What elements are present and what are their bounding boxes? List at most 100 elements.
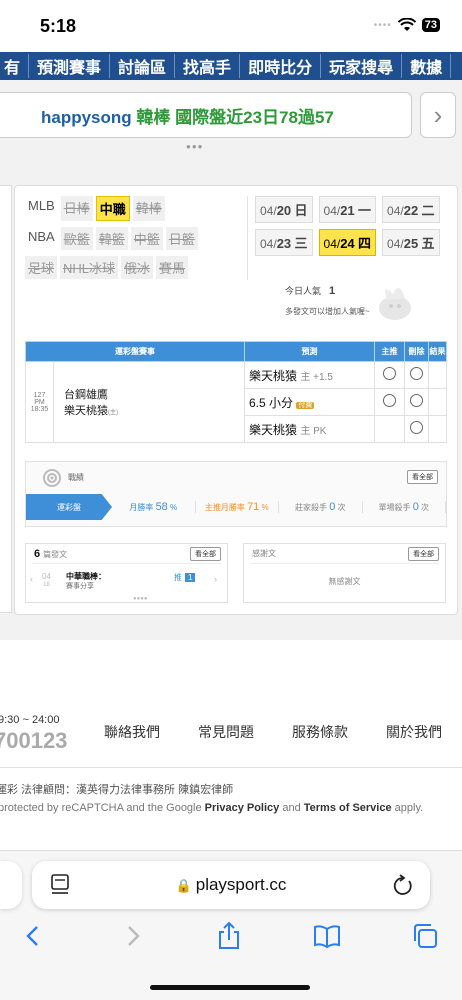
status-bar: 5:18 •••• 73 (0, 0, 462, 52)
sport-china-basketball[interactable]: 中籃 (130, 227, 163, 250)
banner-text: 韓棒 國際盤近23日78過57 (136, 107, 334, 127)
stats-view-all-button[interactable]: 看全部 (407, 470, 438, 484)
posts-view-all-button[interactable]: 看全部 (190, 547, 221, 561)
wifi-icon (397, 18, 416, 31)
recaptcha-notice: protected by reCAPTCHA and the Google Pr… (0, 802, 424, 814)
posts-pager-dots: ●●●● (133, 596, 148, 602)
sport-korea-basketball[interactable]: 韓籃 (95, 227, 128, 250)
banner-next-button[interactable]: › (420, 92, 456, 138)
date-0421[interactable]: 04/21 一 (318, 196, 377, 223)
sport-selector: MLB 日棒 中職 韓棒 NBA 歐籃 韓籃 中籃 日籃 足球 NHL冰球 俄冰… (25, 196, 240, 285)
back-icon[interactable] (18, 921, 48, 951)
nav-item-player-search[interactable]: 玩家搜尋 (321, 54, 403, 78)
chevron-right-icon: › (433, 99, 443, 130)
banner[interactable]: happysong 韓棒 國際盤近23日78過57 (0, 92, 412, 138)
bookmarks-icon[interactable] (312, 921, 342, 951)
sport-horse-racing[interactable]: 賽馬 (156, 256, 189, 279)
nav-item-experts[interactable]: 找高手 (175, 54, 241, 78)
home-indicator (150, 985, 310, 990)
sport-soccer[interactable]: 足球 (25, 256, 58, 279)
url-display: 🔒 playsport.cc (175, 875, 287, 894)
stats-title: 戰績 (68, 473, 84, 482)
stat-main-month-win: 主推月勝率 71 % (196, 501, 279, 513)
games-table: 運彩盤賽事 預測 主推 刪除 結果 127 PM 18:35 台鋼雄鷹 樂天桃猿… (25, 341, 447, 443)
stats-tab-sportslottery[interactable]: 運彩盤 (26, 494, 112, 520)
date-0425[interactable]: 04/25 五 (382, 229, 440, 256)
prediction-panel: MLB 日棒 中職 韓棒 NBA 歐籃 韓籃 中籃 日籃 足球 NHL冰球 俄冰… (14, 185, 458, 615)
footer: 9:30 ~ 24:00 700123 聯絡我們 常見問題 服務條款 關於我們 … (0, 640, 462, 860)
post-date: 04 18 (42, 572, 51, 588)
sport-nhl[interactable]: NHL冰球 (60, 256, 119, 279)
team-away: 台鋼雄鷹 (64, 389, 108, 401)
header-main-pick: 主推 (374, 341, 405, 362)
tabs-icon[interactable] (410, 921, 440, 951)
popularity-value: 1 (329, 285, 336, 297)
date-0420[interactable]: 04/20 日 (255, 196, 313, 223)
thanks-title: 感謝文 (252, 549, 276, 558)
previous-tab[interactable] (0, 861, 22, 909)
sport-npb[interactable]: 日棒 (60, 196, 93, 221)
header-result: 結果 (428, 341, 447, 362)
date-selector: 04/20 日 04/21 一 04/22 二 04/23 三 04/24 四 … (255, 196, 455, 262)
mascot-icon (379, 287, 411, 320)
header-pick: 預測 (244, 341, 375, 362)
footer-link-about[interactable]: 關於我們 (386, 722, 442, 742)
post-subtitle: 賽事分享 (66, 583, 94, 590)
thanks-empty: 無感謝文 (328, 577, 361, 586)
status-icons: •••• 73 (374, 18, 440, 32)
sport-kbo[interactable]: 韓棒 (132, 196, 165, 221)
date-0424[interactable]: 04/24 四 (318, 229, 377, 256)
stats-bar: 運彩盤 月勝率 58 % 主推月勝率 71 % 莊家殺手 0 次 單場殺手 0 … (26, 494, 446, 520)
nav-item-forum[interactable]: 討論區 (110, 54, 176, 78)
sport-mlb[interactable]: MLB (25, 196, 58, 221)
nav-item[interactable]: 有 (0, 54, 30, 78)
nav-item-livescore[interactable]: 即時比分 (240, 54, 322, 78)
banner-area: happysong 韓棒 國際盤近23日78過57 › ●●● (0, 80, 462, 170)
chevron-left-icon[interactable]: ‹ (30, 574, 33, 584)
battery-icon: 73 (421, 18, 440, 32)
post-push-count: 推1 (174, 572, 196, 583)
address-bar[interactable]: 🔒 playsport.cc (32, 861, 430, 909)
nav-item-predict[interactable]: 預測賽事 (29, 54, 111, 78)
sport-russia-hockey[interactable]: 俄冰 (121, 256, 154, 279)
thanks-view-all-button[interactable]: 看全部 (408, 547, 439, 561)
main-pick-radio[interactable] (383, 367, 396, 380)
header-event: 運彩盤賽事 (25, 341, 245, 362)
stats-panel: 戰績 看全部 運彩盤 月勝率 58 % 主推月勝率 71 % 莊家殺手 0 次 … (25, 461, 447, 527)
privacy-policy-link[interactable]: Privacy Policy (205, 802, 280, 814)
signal-icon: •••• (373, 19, 392, 31)
sport-nba[interactable]: NBA (25, 227, 58, 250)
delete-radio[interactable] (410, 367, 423, 380)
popularity: 今日人氣 1 (285, 285, 336, 297)
team-home: 樂天桃猿 (64, 405, 108, 417)
main-pick-radio[interactable] (383, 394, 396, 407)
delete-radio[interactable] (410, 394, 423, 407)
footer-link-terms[interactable]: 服務條款 (292, 722, 348, 742)
sport-japan-basketball[interactable]: 日籃 (165, 227, 198, 250)
date-0422[interactable]: 04/22 二 (382, 196, 440, 223)
paid-badge: 付費 (296, 401, 315, 409)
banner-pager-dots: ●●● (186, 142, 204, 151)
footer-link-contact[interactable]: 聯絡我們 (104, 722, 160, 742)
forward-icon[interactable] (118, 921, 148, 951)
banner-user: happysong (41, 107, 132, 127)
browser-toolbar: 🔒 playsport.cc (0, 850, 462, 1000)
lock-icon: 🔒 (175, 878, 192, 893)
delete-radio[interactable] (410, 421, 423, 434)
pick-spread: 樂天桃猿 主 +1.5 (244, 361, 375, 389)
sport-euro-basketball[interactable]: 歐籃 (60, 227, 93, 250)
footer-link-faq[interactable]: 常見問題 (198, 722, 254, 742)
sport-cpbl[interactable]: 中職 (95, 196, 130, 221)
posts-box: 6 篇發文 看全部 ‹ 04 18 中華職棒： 賽事分享 推1 › (25, 543, 228, 603)
top-nav: 有 預測賽事 討論區 找高手 即時比分 玩家搜尋 數據 (0, 52, 462, 80)
header-delete: 刪除 (404, 341, 429, 362)
reload-icon[interactable] (392, 873, 414, 897)
pick-moneyline: 樂天桃猿 主 PK (244, 415, 375, 443)
divider (247, 196, 248, 280)
chevron-right-icon[interactable]: › (214, 574, 217, 584)
share-icon[interactable] (214, 921, 244, 951)
date-0423[interactable]: 04/23 三 (255, 229, 313, 256)
nav-item-data[interactable]: 數據 (402, 54, 452, 78)
terms-of-service-link[interactable]: Terms of Service (304, 802, 392, 814)
game-teams: 台鋼雄鷹 樂天桃猿(主) (53, 361, 245, 443)
